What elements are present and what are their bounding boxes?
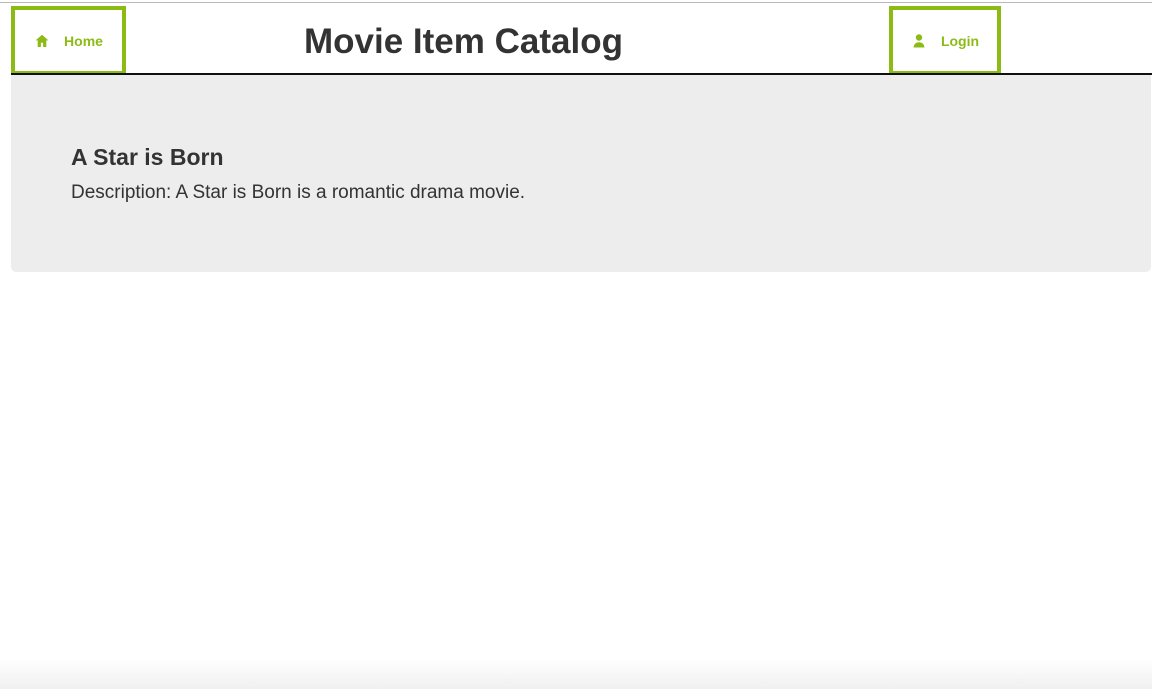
movie-description: Description: A Star is Born is a romanti… xyxy=(71,182,526,203)
page: Home Movie Item Catalog Login A Star is … xyxy=(0,0,1152,689)
home-icon xyxy=(34,33,50,49)
movie-title: A Star is Born xyxy=(71,144,224,170)
header: Home Movie Item Catalog Login xyxy=(0,3,1152,75)
login-label: Login xyxy=(940,32,980,49)
bottom-shadow xyxy=(0,659,1152,689)
page-title: Movie Item Catalog xyxy=(304,22,623,61)
home-button[interactable]: Home xyxy=(11,6,126,75)
login-button[interactable]: Login xyxy=(889,6,1001,75)
user-icon xyxy=(911,33,927,49)
home-label: Home xyxy=(64,32,103,49)
movie-item-panel: A Star is Born Description: A Star is Bo… xyxy=(11,75,1151,272)
